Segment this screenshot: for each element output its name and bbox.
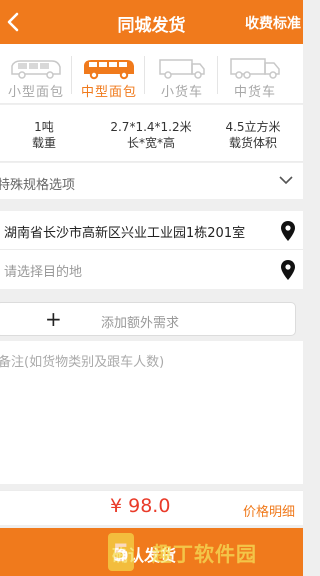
plus-icon: + [45,307,62,331]
watermark-logo-icon: 5 [108,533,134,571]
add-extra-needs-button[interactable]: + 添加额外需求 [0,302,296,336]
small-truck-icon [159,59,205,79]
header-bar: 同城发货 收费标准 [0,0,303,44]
divider [144,56,145,94]
fee-standard-link[interactable]: 收费标准 [245,13,301,33]
svg-text:5: 5 [113,539,130,567]
watermark-text: 趣丁软件园 [152,542,257,566]
origin-address: 湖南省长沙市高新区兴业工业园1栋201室 [4,226,246,241]
tab-small-minivan[interactable]: 小型面包 [0,44,72,104]
location-pin-icon[interactable] [281,260,295,280]
price-detail-link[interactable]: 价格明细 [243,501,295,520]
tab-medium-van[interactable]: 中型面包 [73,44,145,104]
tab-label: 中型面包 [80,85,137,100]
destination-row[interactable]: 请选择目的地 [0,250,303,289]
special-options-label: 特殊规格选项 [0,178,76,193]
tab-small-truck[interactable]: 小货车 [146,44,218,104]
destination-placeholder: 请选择目的地 [4,265,83,280]
address-card: 湖南省长沙市高新区兴业工业园1栋201室 请选择目的地 [0,211,303,289]
price-amount: ¥ 98.0 [110,495,171,517]
remarks-placeholder: 备注(如货物类别及跟车人数) [0,355,165,370]
add-extra-needs-label: 添加额外需求 [101,316,180,331]
price-bar: ¥ 98.0 价格明细 [0,490,303,525]
divider [217,56,218,94]
divider [71,56,72,94]
origin-address-row[interactable]: 湖南省长沙市高新区兴业工业园1栋201室 [0,211,303,250]
spec-load: 1吨 载重 [31,120,56,150]
tab-label: 小货车 [160,85,203,100]
medium-truck-icon [230,58,280,79]
location-pin-icon[interactable] [281,221,295,241]
special-options-row[interactable]: 特殊规格选项 [0,163,303,199]
watermark: 5 趣丁软件园 [106,529,302,575]
vehicle-type-tabs: 小型面包 中型面包 小货车 中货车 [0,44,303,104]
tab-medium-truck[interactable]: 中货车 [219,44,291,104]
chevron-down-icon [279,176,293,185]
van-icon [84,60,134,80]
spec-volume: 4.5立方米 载货体积 [225,120,281,150]
minivan-icon [11,60,61,79]
remarks-field[interactable]: 备注(如货物类别及跟车人数) [0,341,303,484]
spec-dimensions: 2.7*1.4*1.2米 长*宽*高 [110,120,192,150]
tab-label: 中货车 [233,85,276,100]
vehicle-specs: 1吨 载重 2.7*1.4*1.2米 长*宽*高 4.5立方米 载货体积 [0,105,303,162]
tab-label: 小型面包 [7,85,64,100]
